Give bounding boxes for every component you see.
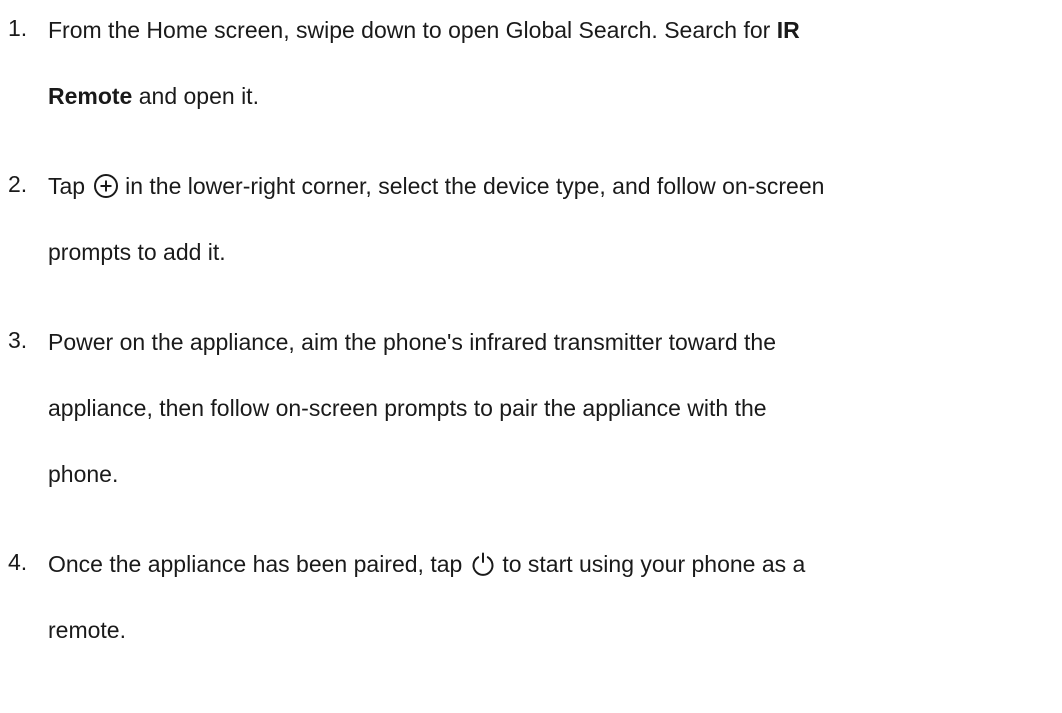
- step-number: 2.: [8, 171, 28, 197]
- step-number: 1.: [8, 15, 28, 41]
- step-line: Tap in the lower-right corner, select the…: [48, 171, 824, 201]
- step-text: From the Home screen, swipe down to open…: [48, 17, 777, 43]
- step-text: Once the appliance has been paired, tap: [48, 551, 463, 577]
- bold-term: Remote: [48, 83, 133, 109]
- step-text: Tap: [48, 173, 86, 199]
- step-line: appliance, then follow on-screen prompts…: [48, 393, 767, 423]
- bold-term: IR: [776, 17, 800, 43]
- step-line: Remote and open it.: [48, 81, 259, 111]
- add-circle-icon: [93, 173, 119, 199]
- step-number: 4.: [8, 549, 28, 575]
- step-line: From the Home screen, swipe down to open…: [48, 15, 800, 45]
- step-text: in the lower-right corner, select the de…: [125, 173, 825, 199]
- power-icon: [470, 551, 496, 577]
- step-text: phone.: [48, 461, 119, 487]
- step-text: prompts to add it.: [48, 239, 226, 265]
- step-text: and open it.: [132, 83, 259, 109]
- step-text: remote.: [48, 617, 126, 643]
- step-line: phone.: [48, 459, 118, 489]
- step-line: Once the appliance has been paired, tap t…: [48, 549, 805, 579]
- step-text: appliance, then follow on-screen prompts…: [48, 395, 767, 421]
- step-number: 3.: [8, 327, 28, 353]
- step-line: prompts to add it.: [48, 237, 226, 267]
- step-line: remote.: [48, 615, 126, 645]
- step-line: Power on the appliance, aim the phone's …: [48, 327, 776, 357]
- step-text: Power on the appliance, aim the phone's …: [48, 329, 777, 355]
- step-text: to start using your phone as a: [502, 551, 806, 577]
